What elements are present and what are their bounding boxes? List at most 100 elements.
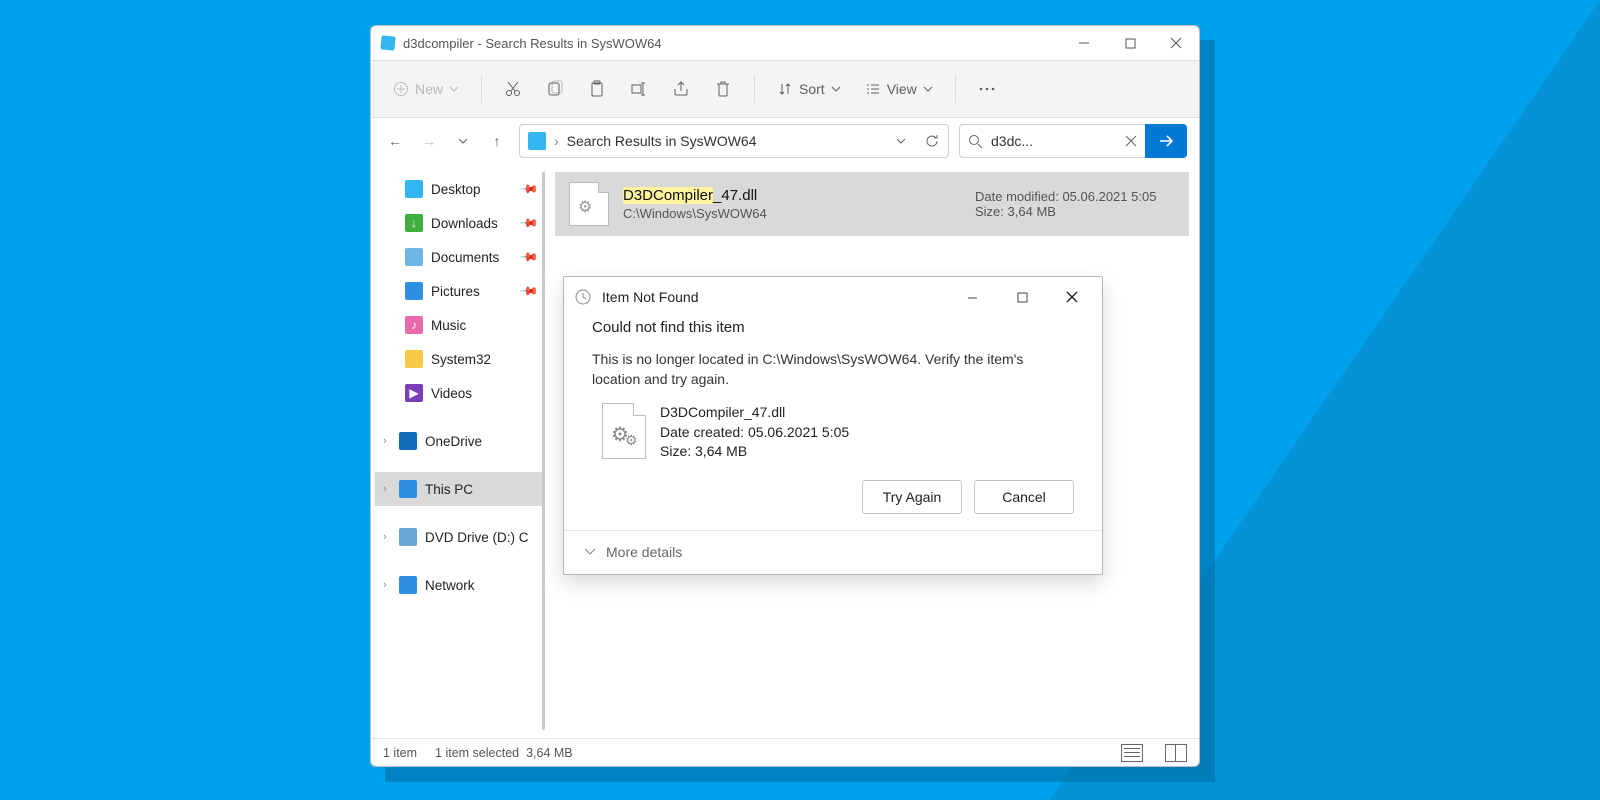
dialog-message: This is no longer located in C:\Windows\… [592, 350, 1074, 389]
dll-file-icon: ⚙⚙ [602, 403, 646, 459]
search-submit-button[interactable] [1145, 124, 1187, 158]
nav-pane: Desktop📌 ↓ Downloads 📌 Documents 📌 Pictures📌 ♪ M… [371, 164, 545, 738]
dialog-heading: Could not find this item [592, 319, 1074, 336]
trash-icon [714, 80, 732, 98]
drive-icon [399, 576, 417, 594]
clipboard-icon [588, 80, 606, 98]
forward-button[interactable]: → [417, 133, 441, 149]
sidebar-item-dvd-drive-d-c[interactable]: ›DVD Drive (D:) C [375, 520, 545, 554]
dialog-close-button[interactable] [1052, 282, 1092, 312]
arrow-right-icon [1158, 134, 1174, 148]
search-icon [968, 134, 983, 149]
sidebar-item-label: OneDrive [425, 434, 482, 449]
search-query: d3dc... [991, 133, 1117, 149]
up-button[interactable]: ↑ [485, 133, 509, 149]
sort-icon [777, 81, 793, 97]
dialog-footer[interactable]: More details [564, 530, 1102, 574]
plus-circle-icon [393, 81, 409, 97]
delete-button[interactable] [704, 69, 742, 109]
maximize-button[interactable] [1107, 27, 1153, 59]
dll-file-icon: ⚙ [569, 182, 609, 226]
drive-icon [399, 528, 417, 546]
dialog-maximize-button[interactable] [1002, 282, 1042, 312]
sidebar-item-label: Downloads [431, 216, 498, 231]
rename-icon [630, 80, 648, 98]
pin-icon: 📌 [519, 247, 539, 267]
sidebar-item-label: System32 [431, 352, 491, 367]
details-view-button[interactable] [1121, 744, 1143, 762]
sidebar-item-label: Documents [431, 250, 499, 265]
sidebar-item-music[interactable]: ♪ Music [375, 308, 545, 342]
sidebar-item-videos[interactable]: ▶Videos [375, 376, 545, 410]
close-icon [1170, 37, 1182, 49]
sidebar-item-this-pc[interactable]: › This PC [375, 472, 545, 506]
new-button[interactable]: New [383, 69, 469, 109]
explorer-window: d3dcompiler - Search Results in SysWOW64… [370, 25, 1200, 767]
cancel-button[interactable]: Cancel [974, 480, 1074, 514]
file-metadata: Date modified: 05.06.2021 5:05 Size: 3,6… [975, 189, 1175, 219]
app-icon [380, 35, 395, 50]
status-bar: 1 item 1 item selected 3,64 MB [371, 738, 1199, 766]
dialog-title: Item Not Found [602, 289, 699, 305]
clear-search-icon[interactable] [1125, 135, 1137, 147]
minimize-button[interactable] [1061, 27, 1107, 59]
scissors-icon [504, 80, 522, 98]
sort-button[interactable]: Sort [767, 69, 851, 109]
sidebar-item-downloads[interactable]: ↓ Downloads 📌 [375, 206, 545, 240]
chevron-down-icon [831, 86, 841, 92]
view-button[interactable]: View [855, 69, 943, 109]
share-button[interactable] [662, 69, 700, 109]
try-again-button[interactable]: Try Again [862, 480, 962, 514]
search-box[interactable]: d3dc... [959, 124, 1145, 158]
copy-button[interactable] [536, 69, 574, 109]
search-result-item[interactable]: ⚙ D3DCompiler_47.dll C:\Windows\SysWOW64… [555, 172, 1189, 236]
sidebar-item-pictures[interactable]: Pictures📌 [375, 274, 545, 308]
chevron-down-icon[interactable] [896, 138, 906, 144]
view-label: View [887, 81, 917, 97]
drive-icon [399, 432, 417, 450]
dialog-minimize-button[interactable] [952, 282, 992, 312]
folder-icon [405, 180, 423, 198]
address-bar[interactable]: › Search Results in SysWOW64 [519, 124, 949, 158]
file-list: ⚙ D3DCompiler_47.dll C:\Windows\SysWOW64… [545, 164, 1199, 738]
pin-icon: 📌 [519, 213, 539, 233]
dialog-titlebar: Item Not Found [564, 277, 1102, 317]
breadcrumb[interactable]: Search Results in SysWOW64 [567, 133, 757, 149]
more-button[interactable] [968, 69, 1006, 109]
folder-icon: ↓ [405, 214, 423, 232]
chevron-right-icon: › [383, 531, 387, 543]
copy-icon [546, 80, 564, 98]
dialog-file-name: D3DCompiler_47.dll [660, 403, 849, 423]
thumbnails-view-button[interactable] [1165, 744, 1187, 762]
close-button[interactable] [1153, 27, 1199, 59]
folder-icon: ▶ [405, 384, 423, 402]
command-bar: New Sort View [371, 60, 1199, 118]
refresh-icon[interactable] [924, 133, 940, 149]
item-count: 1 item [383, 746, 417, 760]
drive-icon [399, 480, 417, 498]
chevron-right-icon: › [383, 483, 387, 495]
back-button[interactable]: ← [383, 133, 407, 149]
recent-button[interactable] [451, 138, 475, 144]
chevron-right-icon: › [383, 579, 387, 591]
sidebar-item-label: Pictures [431, 284, 480, 299]
file-path: C:\Windows\SysWOW64 [623, 206, 961, 221]
location-icon [528, 132, 546, 150]
sidebar-item-desktop[interactable]: Desktop📌 [375, 172, 545, 206]
paste-button[interactable] [578, 69, 616, 109]
sidebar-item-label: This PC [425, 482, 473, 497]
sidebar-item-onedrive[interactable]: › OneDrive [375, 424, 545, 458]
sidebar-item-network[interactable]: › Network [375, 568, 545, 602]
folder-icon: ♪ [405, 316, 423, 334]
nav-row: ← → ↑ › Search Results in SysWOW64 d3dc.… [371, 118, 1199, 164]
sidebar-item-system32[interactable]: System32 [375, 342, 545, 376]
sidebar-item-label: Music [431, 318, 466, 333]
chevron-right-icon: › [383, 435, 387, 447]
cut-button[interactable] [494, 69, 532, 109]
folder-icon [405, 282, 423, 300]
rename-button[interactable] [620, 69, 658, 109]
sidebar-item-documents[interactable]: Documents 📌 [375, 240, 545, 274]
sidebar-item-label: Network [425, 578, 475, 593]
more-details-label: More details [606, 544, 682, 560]
chevron-down-icon [458, 138, 468, 144]
